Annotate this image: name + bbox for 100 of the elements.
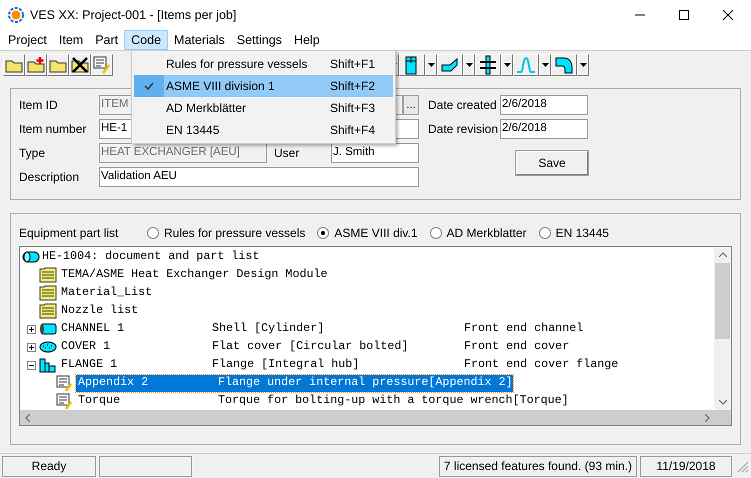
form-edit-icon bbox=[56, 374, 73, 392]
field-label: Type bbox=[19, 145, 46, 162]
menu-item-label: EN 13445 bbox=[165, 122, 220, 139]
toolbar-button[interactable] bbox=[551, 54, 577, 76]
bellows-icon bbox=[516, 54, 536, 74]
tree-root-label[interactable]: HE-1004: document and part list bbox=[42, 248, 260, 266]
plus-icon bbox=[29, 344, 34, 350]
status-panel: Ready bbox=[2, 456, 96, 476]
text-field[interactable]: 2/6/2018 bbox=[500, 95, 588, 115]
checkmark-icon bbox=[144, 82, 154, 90]
vertical-scrollbar[interactable] bbox=[714, 247, 731, 410]
vessel-icon bbox=[22, 251, 40, 263]
plus-icon bbox=[29, 326, 34, 332]
maximize-icon[interactable] bbox=[679, 10, 689, 20]
dropdown-button[interactable] bbox=[501, 54, 513, 76]
part-location: Front end cover flange bbox=[464, 356, 618, 374]
dropdown-button[interactable] bbox=[425, 54, 437, 76]
dropdown-button[interactable] bbox=[577, 54, 589, 76]
scroll-down-icon[interactable] bbox=[718, 400, 726, 405]
field-label: Description bbox=[19, 169, 80, 186]
tree-row-highlight[interactable]: Torque Torque for bolting-up with a torque wrench[Torque] bbox=[76, 392, 569, 410]
window-title: VES XX: Project-001 - [Items per job] bbox=[30, 6, 236, 24]
toolbar-button[interactable] bbox=[399, 54, 425, 76]
save-button[interactable]: Save bbox=[516, 151, 588, 175]
menu-item[interactable]: Settings bbox=[230, 30, 288, 50]
menu-item-label: AD Merkblätter bbox=[165, 100, 248, 117]
app-logo-icon bbox=[8, 7, 24, 23]
dropdown-menu-item[interactable]: EN 13445 Shift+F4 bbox=[134, 119, 393, 141]
scroll-left-icon[interactable] bbox=[25, 414, 30, 422]
toolbar-button[interactable] bbox=[91, 54, 113, 76]
toolbar-button[interactable] bbox=[475, 54, 501, 76]
cylinder-icon bbox=[39, 323, 57, 335]
menu-item[interactable]: Part bbox=[89, 30, 124, 50]
text-field[interactable]: Validation AEU bbox=[99, 167, 419, 187]
delete-icon bbox=[71, 56, 89, 74]
menu-item-label: ASME VIII division 1 bbox=[165, 78, 276, 95]
minus-icon bbox=[29, 362, 34, 368]
document-folder-icon bbox=[39, 303, 57, 319]
scroll-up-icon[interactable] bbox=[718, 252, 726, 257]
document-folder-icon bbox=[39, 285, 57, 301]
part-name: COVER 1 bbox=[61, 338, 112, 356]
section-label: Equipment part list bbox=[19, 225, 120, 242]
part-description: Flat cover [Circular bolted] bbox=[212, 338, 410, 356]
radio-button[interactable] bbox=[538, 227, 551, 239]
scroll-right-icon[interactable] bbox=[705, 414, 710, 422]
text-field[interactable]: J. Smith bbox=[331, 143, 419, 163]
folder-plus-icon bbox=[27, 56, 45, 72]
toolbar-button[interactable] bbox=[69, 54, 91, 76]
cover-icon bbox=[39, 341, 57, 353]
part-description: Flange [Integral hub] bbox=[212, 356, 360, 374]
dropdown-menu-item[interactable]: ASME VIII division 1 Shift+F2 bbox=[134, 75, 393, 97]
horizontal-scrollbar[interactable] bbox=[20, 410, 731, 425]
toolbar-button[interactable] bbox=[3, 54, 25, 76]
toolbar-button[interactable] bbox=[25, 54, 47, 76]
tree-row-highlight[interactable]: COVER 1 Flat cover [Circular bolted] bbox=[59, 338, 464, 356]
part-location: Front end channel bbox=[464, 320, 584, 338]
form-edit-icon bbox=[56, 392, 73, 410]
menu-item[interactable]: Materials bbox=[168, 30, 231, 50]
close-icon[interactable] bbox=[723, 10, 733, 20]
part-name: CHANNEL 1 bbox=[61, 320, 126, 338]
flange-icon bbox=[478, 54, 498, 74]
tree-row-highlight[interactable]: Appendix 2 Flange under internal pressure[Appendix 2] bbox=[76, 374, 513, 392]
toolbar-button[interactable] bbox=[47, 54, 69, 76]
collapse-toggle[interactable] bbox=[27, 360, 36, 370]
radio-button[interactable] bbox=[147, 227, 159, 239]
menu-item[interactable]: Project bbox=[2, 30, 53, 50]
shortcut-label: Shift+F4 bbox=[330, 122, 376, 139]
shortcut-label: Shift+F3 bbox=[330, 100, 376, 117]
dropdown-menu-item[interactable]: AD Merkblätter Shift+F3 bbox=[134, 97, 393, 119]
elbow-icon bbox=[554, 54, 574, 74]
menu-item[interactable]: Code bbox=[124, 30, 168, 50]
part-description: Shell [Cylinder] bbox=[212, 320, 326, 338]
expand-toggle[interactable] bbox=[27, 342, 36, 352]
tree-row-highlight[interactable]: FLANGE 1 Flange [Integral hub] bbox=[59, 356, 464, 374]
form-edit-icon bbox=[93, 56, 111, 74]
toolbar-button[interactable] bbox=[437, 54, 463, 76]
shortcut-label: Shift+F2 bbox=[330, 78, 376, 95]
status-panel: 11/19/2018 bbox=[640, 456, 732, 476]
expand-toggle[interactable] bbox=[27, 324, 36, 334]
field-label: Item ID bbox=[19, 97, 59, 114]
caret-icon bbox=[466, 62, 472, 66]
part-name: Torque bbox=[78, 392, 122, 410]
field-label: Date revision bbox=[428, 121, 500, 138]
radio-button[interactable] bbox=[317, 227, 330, 239]
dropdown-button[interactable] bbox=[463, 54, 475, 76]
dropdown-button[interactable] bbox=[539, 54, 551, 76]
caret-icon bbox=[542, 62, 548, 66]
resize-grip-icon[interactable] bbox=[735, 459, 749, 473]
menu-item[interactable]: Item bbox=[52, 30, 90, 50]
field-label: Item number bbox=[19, 121, 88, 138]
menu-item-label: Rules for pressure vessels bbox=[165, 56, 308, 73]
menu-item[interactable]: Help bbox=[288, 30, 326, 50]
radio-button[interactable] bbox=[430, 227, 442, 239]
radio-label: Rules for pressure vessels bbox=[164, 225, 306, 242]
part-description: Flange under internal pressure[Appendix 2] bbox=[218, 374, 513, 392]
dropdown-menu-item[interactable]: Rules for pressure vessels Shift+F1 bbox=[134, 53, 393, 75]
tree-row-highlight[interactable]: CHANNEL 1 Shell [Cylinder] bbox=[59, 320, 464, 338]
part-name: FLANGE 1 bbox=[61, 356, 118, 374]
text-field[interactable]: 2/6/2018 bbox=[500, 119, 588, 139]
field-label: User bbox=[274, 145, 300, 162]
